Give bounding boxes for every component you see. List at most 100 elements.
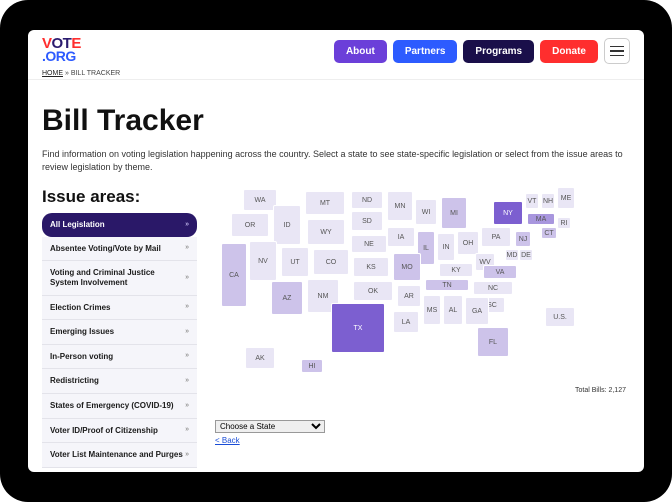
state-mn[interactable]: MN [387, 191, 413, 221]
state-or[interactable]: OR [231, 213, 269, 237]
state-de[interactable]: DE [519, 249, 533, 261]
state-al[interactable]: AL [443, 295, 463, 325]
chevron-right-icon: » [185, 244, 189, 252]
screen: VOTE .ORG About Partners Programs Donate… [28, 30, 644, 472]
state-mt[interactable]: MT [305, 191, 345, 215]
page-intro: Find information on voting legislation h… [42, 148, 630, 173]
hamburger-icon [610, 46, 624, 48]
state-ar[interactable]: AR [397, 285, 421, 307]
nav-donate-button[interactable]: Donate [540, 40, 598, 63]
state-va[interactable]: VA [483, 265, 517, 279]
state-me[interactable]: ME [557, 187, 575, 209]
chevron-right-icon: » [185, 352, 189, 360]
state-md[interactable]: MD [505, 249, 519, 261]
state-ky[interactable]: KY [439, 263, 473, 277]
breadcrumb-sep: » [65, 70, 69, 77]
nav: About Partners Programs Donate [334, 38, 630, 64]
state-vt[interactable]: VT [525, 193, 539, 209]
state-ms[interactable]: MS [423, 295, 441, 325]
nav-partners-button[interactable]: Partners [393, 40, 458, 63]
sidebar-item-all-legislation[interactable]: All Legislation » [42, 213, 197, 237]
hamburger-menu-button[interactable] [604, 38, 630, 64]
state-co[interactable]: CO [313, 249, 349, 275]
state-ks[interactable]: KS [353, 257, 389, 277]
state-ia[interactable]: IA [387, 227, 415, 247]
sidebar: Issue areas: All Legislation » Absentee … [42, 187, 197, 468]
sidebar-item-emerging[interactable]: Emerging Issues » [42, 320, 197, 345]
chevron-right-icon: » [185, 402, 189, 410]
back-link[interactable]: < Back [215, 436, 630, 445]
tablet-frame: VOTE .ORG About Partners Programs Donate… [0, 0, 672, 502]
breadcrumb: HOME » BILL TRACKER [28, 68, 644, 80]
nav-about-button[interactable]: About [334, 40, 387, 63]
state-nv[interactable]: NV [249, 241, 277, 281]
state-tx[interactable]: TX [331, 303, 385, 353]
state-hi[interactable]: HI [301, 359, 323, 373]
sidebar-item-voter-list[interactable]: Voter List Maintenance and Purges » [42, 443, 197, 468]
us-map[interactable]: WA MT ND MN WI MI NY VT NH ME OR ID SD [215, 187, 630, 412]
chevron-right-icon: » [185, 274, 189, 282]
state-pa[interactable]: PA [481, 227, 511, 247]
sidebar-item-label: Redistricting [50, 376, 99, 386]
chevron-right-icon: » [185, 451, 189, 459]
page-title: Bill Tracker [42, 104, 630, 138]
logo-part-org: .ORG [42, 48, 76, 64]
sidebar-item-label: Emerging Issues [50, 327, 114, 337]
state-select[interactable]: Choose a State [215, 420, 325, 433]
sidebar-item-label: Voting and Criminal Justice System Invol… [50, 268, 185, 287]
state-sd[interactable]: SD [351, 211, 383, 231]
breadcrumb-home[interactable]: HOME [42, 70, 63, 77]
state-ok[interactable]: OK [353, 281, 393, 301]
state-id[interactable]: ID [273, 205, 301, 245]
state-wa[interactable]: WA [243, 189, 277, 211]
breadcrumb-current: BILL TRACKER [71, 70, 120, 77]
sidebar-item-voter-id[interactable]: Voter ID/Proof of Citizenship » [42, 419, 197, 444]
sidebar-item-covid[interactable]: States of Emergency (COVID-19) » [42, 394, 197, 419]
sidebar-heading: Issue areas: [42, 187, 197, 207]
state-wi[interactable]: WI [415, 199, 437, 225]
state-oh[interactable]: OH [457, 231, 479, 255]
sidebar-item-absentee[interactable]: Absentee Voting/Vote by Mail » [42, 237, 197, 262]
sidebar-item-label: Voter List Maintenance and Purges [50, 450, 183, 460]
sidebar-item-in-person[interactable]: In-Person voting » [42, 345, 197, 370]
sidebar-item-label: Election Crimes [50, 303, 110, 313]
logo[interactable]: VOTE .ORG [42, 38, 81, 64]
header: VOTE .ORG About Partners Programs Donate [28, 30, 644, 68]
sidebar-item-label: In-Person voting [50, 352, 113, 362]
state-mo[interactable]: MO [393, 253, 421, 281]
state-ct[interactable]: CT [541, 227, 557, 239]
state-ut[interactable]: UT [281, 247, 309, 277]
state-fl[interactable]: FL [477, 327, 509, 357]
state-nc[interactable]: NC [473, 281, 513, 295]
chevron-right-icon: » [185, 426, 189, 434]
sidebar-item-label: States of Emergency (COVID-19) [50, 401, 174, 411]
state-in[interactable]: IN [437, 233, 455, 261]
state-wy[interactable]: WY [307, 219, 345, 245]
state-ne[interactable]: NE [351, 235, 387, 253]
chevron-right-icon: » [185, 328, 189, 336]
state-ny[interactable]: NY [493, 201, 523, 225]
state-us[interactable]: U.S. [545, 307, 575, 327]
state-nh[interactable]: NH [541, 193, 555, 209]
chevron-right-icon: » [185, 303, 189, 311]
state-az[interactable]: AZ [271, 281, 303, 315]
sidebar-item-label: Absentee Voting/Vote by Mail [50, 244, 161, 254]
state-ri[interactable]: RI [557, 217, 571, 229]
state-tn[interactable]: TN [425, 279, 469, 291]
state-mi[interactable]: MI [441, 197, 467, 229]
chevron-right-icon: » [185, 377, 189, 385]
state-ca[interactable]: CA [221, 243, 247, 307]
state-ak[interactable]: AK [245, 347, 275, 369]
state-ga[interactable]: GA [465, 297, 489, 325]
sidebar-item-election-crimes[interactable]: Election Crimes » [42, 296, 197, 321]
state-ma[interactable]: MA [527, 213, 555, 225]
sidebar-item-label: All Legislation [50, 220, 105, 230]
total-bills-label: Total Bills: 2,127 [575, 387, 626, 394]
state-la[interactable]: LA [393, 311, 419, 333]
sidebar-item-redistricting[interactable]: Redistricting » [42, 369, 197, 394]
state-nd[interactable]: ND [351, 191, 383, 209]
state-nj[interactable]: NJ [515, 231, 531, 247]
nav-programs-button[interactable]: Programs [463, 40, 534, 63]
sidebar-item-criminal-justice[interactable]: Voting and Criminal Justice System Invol… [42, 261, 197, 295]
content: Bill Tracker Find information on voting … [28, 80, 644, 472]
